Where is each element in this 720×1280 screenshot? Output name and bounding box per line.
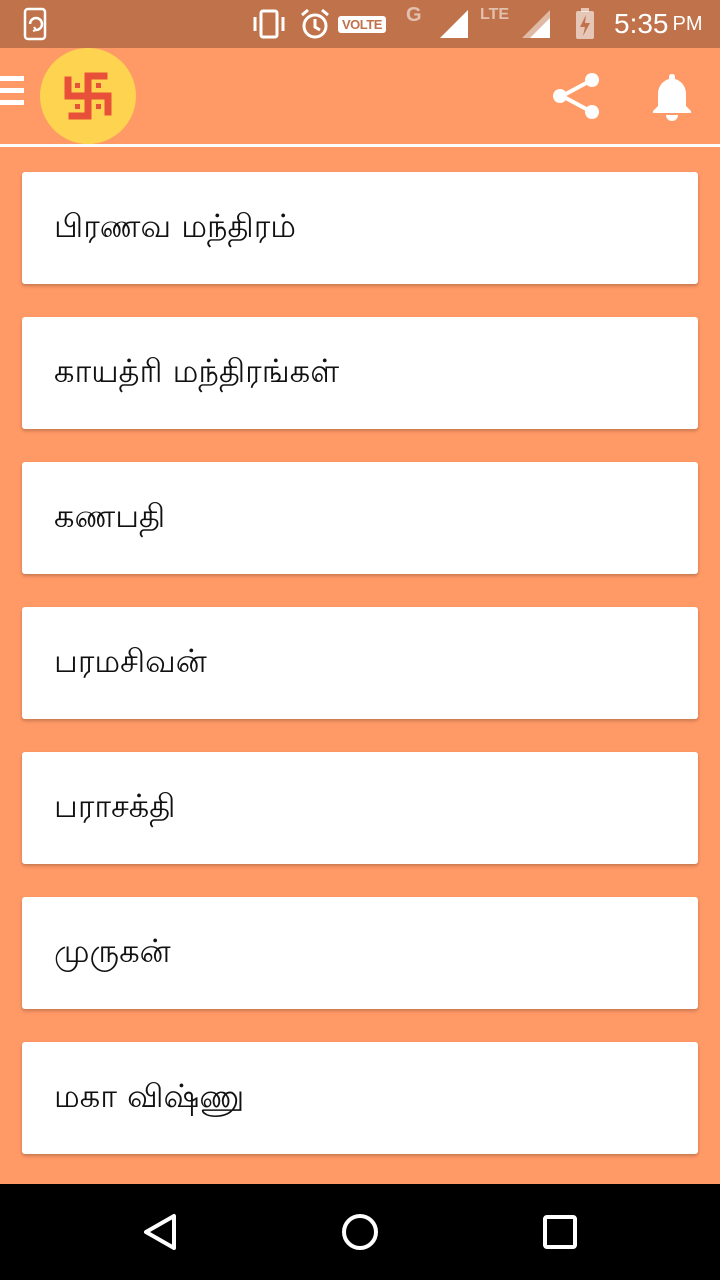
list-item-label: முருகன் (54, 932, 171, 970)
list-item-label: மகா விஷ்ணு (54, 1077, 245, 1115)
status-bar: VOLTE G LTE 5:35 PM (0, 0, 720, 48)
volte-badge: VOLTE (338, 0, 386, 48)
vibrate-icon (250, 0, 288, 48)
bell-icon[interactable] (648, 70, 696, 122)
alarm-icon (298, 0, 332, 48)
app-logo (40, 48, 136, 144)
swastika-icon (64, 72, 112, 120)
app-bar-divider (0, 144, 720, 147)
list-item-murugan[interactable]: முருகன் (22, 897, 698, 1009)
list-item-label: பரமசிவன் (54, 642, 207, 680)
list-item-gayatri-mantrangal[interactable]: காயத்ரி மந்திரங்கள் (22, 317, 698, 429)
network-g-label: G (406, 4, 422, 26)
back-icon[interactable] (136, 1208, 184, 1256)
list-item-label: கணபதி (54, 497, 166, 535)
clock: 5:35 PM (614, 8, 703, 39)
list-item-parasakthi[interactable]: பராசக்தி (22, 752, 698, 864)
list-item-ganapathi[interactable]: கணபதி (22, 462, 698, 574)
network-lte-label: LTE (480, 6, 510, 23)
list-item-maha-vishnu[interactable]: மகா விஷ்ணு (22, 1042, 698, 1154)
battery-charging-icon (574, 0, 596, 48)
hamburger-menu-icon[interactable] (0, 76, 26, 116)
share-icon[interactable] (550, 72, 602, 120)
system-nav-bar (0, 1184, 720, 1280)
app-bar (0, 48, 720, 144)
phone-sync-icon (22, 0, 52, 48)
list-item-pranava-mantram[interactable]: பிரணவ மந்திரம் (22, 172, 698, 284)
signal-strength-2-icon (520, 0, 552, 48)
home-icon[interactable] (336, 1208, 384, 1256)
signal-strength-icon (438, 0, 470, 48)
list-item-label: காயத்ரி மந்திரங்கள் (54, 352, 340, 390)
mantra-list: பிரணவ மந்திரம் காயத்ரி மந்திரங்கள் கணபதி… (22, 172, 698, 1187)
recents-icon[interactable] (536, 1208, 584, 1256)
list-item-label: பிரணவ மந்திரம் (54, 207, 297, 245)
list-item-paramasivan[interactable]: பரமசிவன் (22, 607, 698, 719)
list-item-label: பராசக்தி (54, 787, 176, 825)
